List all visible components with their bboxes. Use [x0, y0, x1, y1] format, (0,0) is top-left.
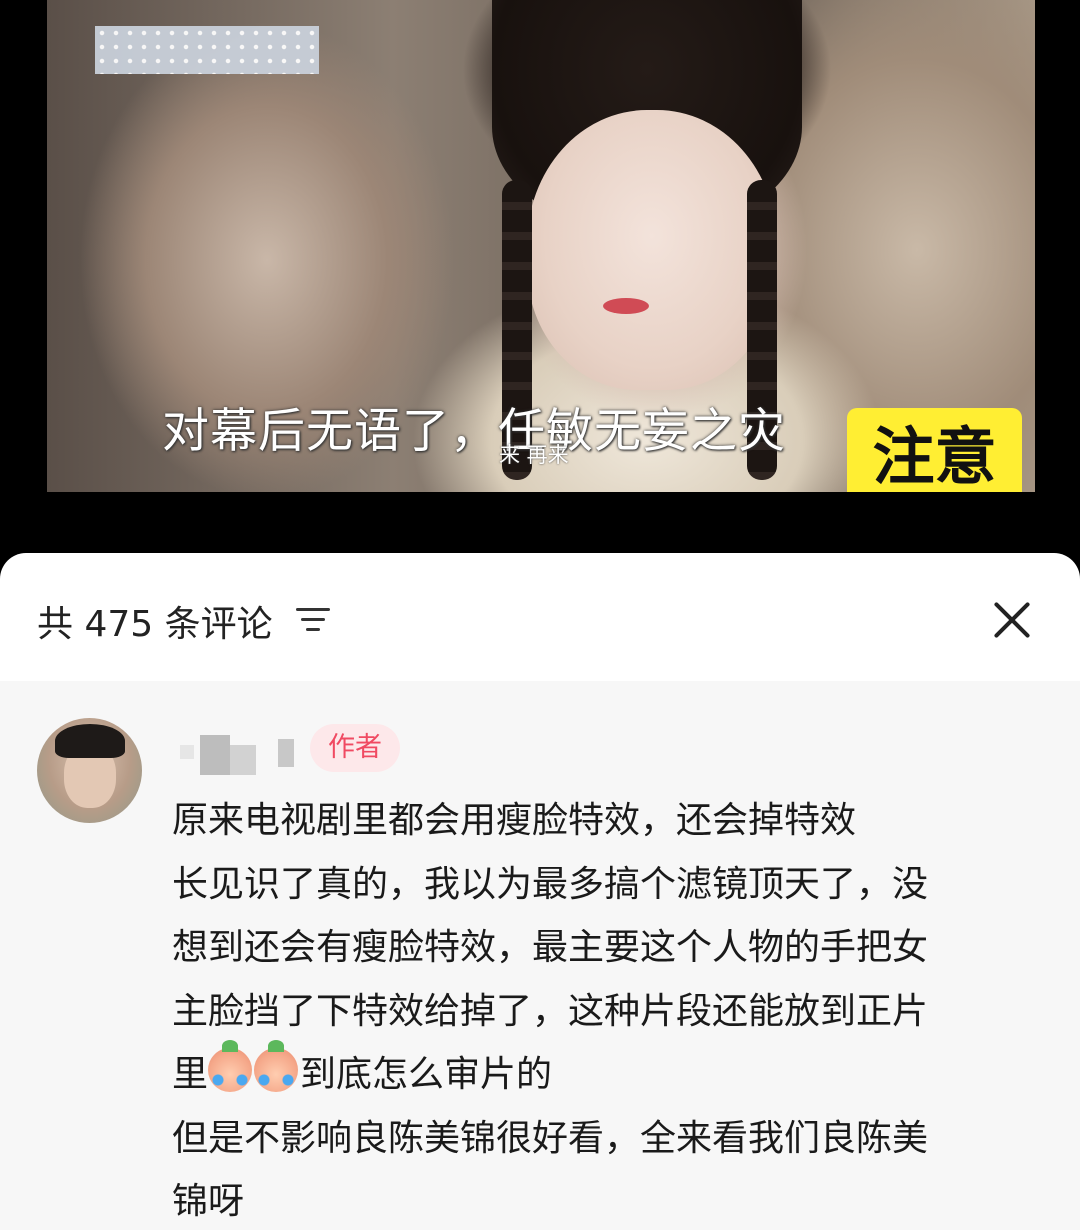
comment-line-with-emoji: 里 到底怎么审片的 [172, 1040, 1042, 1107]
attention-sticker: 注意 [847, 408, 1022, 492]
comment-line: 主脸挡了下特效给掉了，这种片段还能放到正片 [172, 990, 929, 1032]
comment-item: 作者 原来电视剧里都会用瘦脸特效，还会掉特效 长见识了真的，我以为最多搞个滤镜顶… [0, 681, 1080, 1230]
comment-body[interactable]: 原来电视剧里都会用瘦脸特效，还会掉特效 长见识了真的，我以为最多搞个滤镜顶天了，… [172, 789, 1042, 1230]
avatar[interactable] [37, 718, 142, 823]
comment-line: 但是不影响良陈美锦很好看，全来看我们良陈美 [172, 1117, 929, 1159]
avatar-hair [55, 724, 125, 758]
comment-line: 原来电视剧里都会用瘦脸特效，还会掉特效 [172, 800, 857, 841]
video-small-caption: 来 再来 [499, 443, 569, 467]
close-icon[interactable] [990, 598, 1034, 642]
sort-filter-icon[interactable] [296, 606, 330, 634]
video-frame-face [527, 110, 777, 390]
crying-emoji-icon [254, 1040, 299, 1092]
video-frame-lips [603, 298, 649, 314]
comment-line: 锦呀 [172, 1181, 245, 1222]
comment-line-prefix: 里 [172, 1054, 209, 1095]
mosaic-blur-watermark [95, 26, 319, 74]
author-name-mosaic[interactable] [180, 735, 300, 775]
author-badge: 作者 [310, 724, 400, 772]
comment-count-label: 共 475 条评论 [37, 604, 273, 645]
comments-header: 共 475 条评论 [0, 553, 1080, 681]
video-player[interactable]: 对幕后无语了，任敏无妄之灾 来 再来 注意 [47, 0, 1035, 492]
comment-line: 到底怎么审片的 [300, 1054, 553, 1095]
comments-sheet: 共 475 条评论 作者 原来电视剧里都会用瘦脸特效，还会掉特效 长见识了真的，… [0, 553, 1080, 1230]
comment-line: 长见识了真的，我以为最多搞个滤镜顶天了，没 [172, 863, 929, 905]
video-subtitle: 对幕后无语了，任敏无妄之灾 [162, 404, 786, 459]
crying-emoji-icon [208, 1040, 253, 1092]
comment-line: 想到还会有瘦脸特效，最主要这个人物的手把女 [172, 927, 929, 968]
